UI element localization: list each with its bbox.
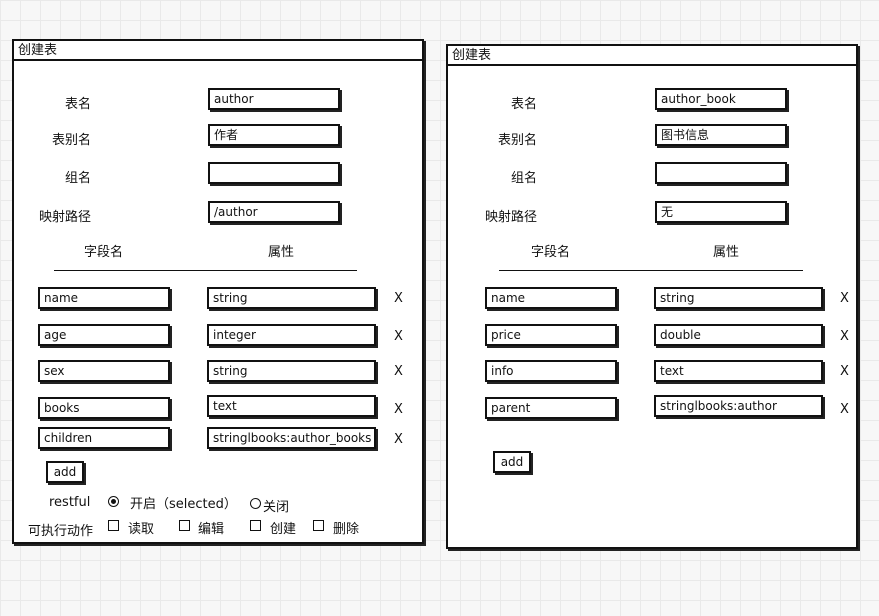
delete-field-icon[interactable]: X	[394, 432, 403, 447]
create-table-panel-right: 创建表 表名 author_book 表别名 图书信息 组名 映射路径 无 字段…	[446, 44, 858, 549]
delete-field-icon[interactable]: X	[840, 402, 849, 417]
delete-field-icon[interactable]: X	[394, 402, 403, 417]
table-name-label: 表名	[65, 97, 92, 112]
table-alias-label: 表别名	[52, 133, 92, 148]
add-field-button[interactable]: add	[46, 461, 84, 483]
header-divider	[54, 270, 357, 271]
field-attr-input[interactable]: string	[654, 287, 823, 309]
table-alias-input[interactable]: 图书信息	[655, 124, 787, 146]
create-table-panel-left: 创建表 表名 author 表别名 作者 组名 映射路径 /author 字段名…	[12, 39, 424, 544]
action-create-checkbox[interactable]	[250, 520, 261, 531]
table-alias-input[interactable]: 作者	[208, 124, 340, 146]
delete-field-icon[interactable]: X	[840, 329, 849, 344]
field-name-header: 字段名	[531, 245, 571, 260]
restful-off-label: 关闭	[263, 500, 290, 515]
table-name-label: 表名	[511, 97, 538, 112]
delete-field-icon[interactable]: X	[394, 364, 403, 379]
mapping-path-input[interactable]: 无	[655, 201, 787, 223]
group-name-label: 组名	[511, 171, 538, 186]
action-delete-label: 删除	[333, 522, 360, 537]
action-read-label: 读取	[128, 522, 155, 537]
action-edit-label: 编辑	[198, 522, 225, 537]
field-attr-input[interactable]: string	[207, 287, 376, 309]
group-name-input[interactable]	[208, 162, 340, 184]
field-name-input[interactable]: info	[485, 360, 617, 382]
field-attr-input[interactable]: text	[207, 395, 376, 417]
delete-field-icon[interactable]: X	[840, 364, 849, 379]
panel-title: 创建表	[14, 41, 422, 61]
field-attr-input[interactable]: stringlbooks:author	[654, 395, 823, 417]
field-name-input[interactable]: name	[485, 287, 617, 309]
restful-on-label: 开启（selected）	[130, 497, 237, 512]
delete-field-icon[interactable]: X	[394, 329, 403, 344]
delete-field-icon[interactable]: X	[840, 291, 849, 306]
field-attr-input[interactable]: string	[207, 360, 376, 382]
restful-off-radio[interactable]	[250, 498, 261, 509]
add-field-button[interactable]: add	[493, 451, 531, 473]
field-attr-input[interactable]: text	[654, 360, 823, 382]
table-name-input[interactable]: author	[208, 88, 340, 110]
panel-title: 创建表	[448, 46, 856, 66]
delete-field-icon[interactable]: X	[394, 291, 403, 306]
mapping-path-input[interactable]: /author	[208, 201, 340, 223]
field-name-input[interactable]: parent	[485, 397, 617, 419]
attribute-header: 属性	[713, 245, 740, 260]
table-name-input[interactable]: author_book	[655, 88, 787, 110]
field-attr-input[interactable]: double	[654, 324, 823, 346]
table-alias-label: 表别名	[498, 133, 538, 148]
header-divider	[499, 270, 803, 271]
field-name-input[interactable]: books	[38, 397, 170, 419]
mapping-path-label: 映射路径	[485, 210, 538, 225]
field-name-input[interactable]: price	[485, 324, 617, 346]
action-delete-checkbox[interactable]	[313, 520, 324, 531]
mapping-path-label: 映射路径	[39, 210, 92, 225]
field-attr-input[interactable]: stringlbooks:author_books	[207, 427, 376, 449]
group-name-input[interactable]	[655, 162, 787, 184]
attribute-header: 属性	[268, 245, 295, 260]
action-read-checkbox[interactable]	[108, 520, 119, 531]
action-edit-checkbox[interactable]	[179, 520, 190, 531]
restful-label: restful	[49, 495, 91, 510]
field-name-input[interactable]: children	[38, 427, 170, 449]
field-attr-input[interactable]: integer	[207, 324, 376, 346]
actions-label: 可执行动作	[28, 524, 94, 539]
restful-on-radio[interactable]	[108, 496, 119, 507]
field-name-input[interactable]: age	[38, 324, 170, 346]
field-name-input[interactable]: name	[38, 287, 170, 309]
group-name-label: 组名	[65, 171, 92, 186]
field-name-input[interactable]: sex	[38, 360, 170, 382]
field-name-header: 字段名	[84, 245, 124, 260]
action-create-label: 创建	[270, 522, 297, 537]
